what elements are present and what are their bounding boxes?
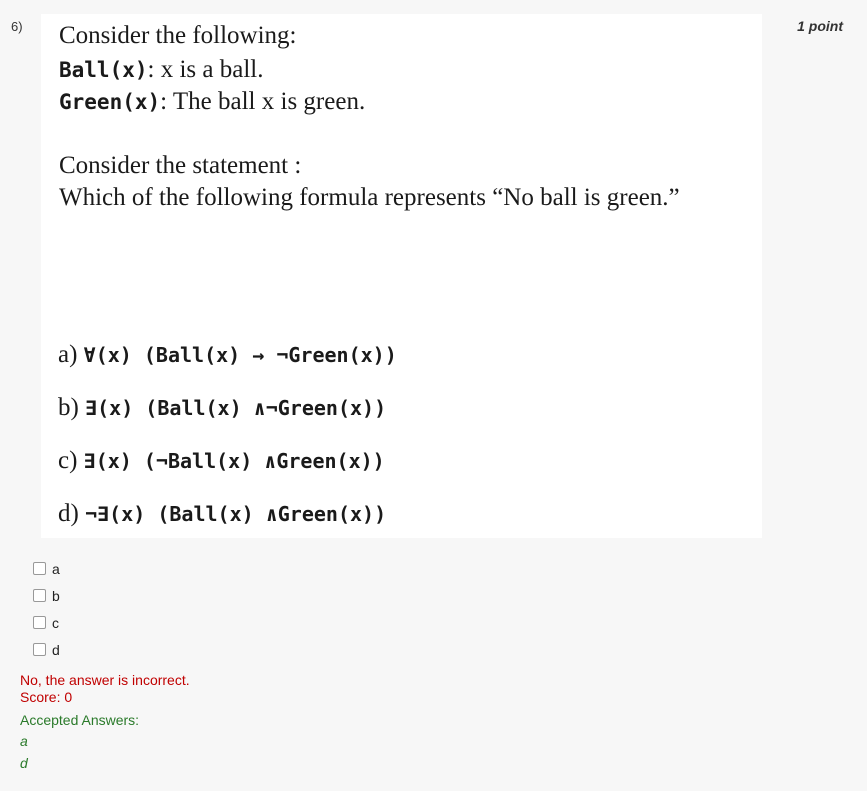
answer-choices: a b c d: [33, 555, 60, 663]
choice-d[interactable]: d: [33, 636, 60, 663]
question-number: 6): [11, 19, 23, 34]
image-option-label: b): [58, 394, 79, 421]
choice-b[interactable]: b: [33, 582, 60, 609]
choice-d-checkbox[interactable]: [33, 643, 46, 656]
accepted-answer: a: [20, 733, 28, 749]
choice-c[interactable]: c: [33, 609, 60, 636]
accepted-answer: d: [20, 755, 28, 771]
predicate-green: Green(x): [59, 90, 161, 114]
image-option-formula: ∃(x) (¬Ball(x) ∧Green(x)): [83, 449, 385, 473]
accepted-answers-label: Accepted Answers:: [20, 712, 140, 728]
image-option-formula: ∃(x) (Ball(x) ∧¬Green(x)): [85, 396, 387, 420]
choice-label: a: [52, 560, 60, 577]
predicate-ball-definition: : x is a ball.: [147, 56, 264, 83]
image-option-label: a): [58, 341, 78, 368]
question-line-5: Which of the following formula represent…: [59, 184, 680, 211]
choice-c-checkbox[interactable]: [33, 616, 46, 629]
image-option-b: b) ∃(x) (Ball(x) ∧¬Green(x)): [58, 394, 386, 422]
image-option-label: d): [58, 500, 79, 527]
image-option-formula: ¬∃(x) (Ball(x) ∧Green(x)): [85, 502, 387, 526]
image-option-d: d) ¬∃(x) (Ball(x) ∧Green(x)): [58, 500, 386, 528]
question-line-4: Consider the statement :: [59, 152, 302, 179]
question-line-1: Consider the following:: [59, 22, 297, 49]
choice-b-checkbox[interactable]: [33, 589, 46, 602]
result-message: No, the answer is incorrect.: [20, 672, 190, 688]
image-option-c: c) ∃(x) (¬Ball(x) ∧Green(x)): [58, 447, 385, 475]
image-option-label: c): [58, 447, 78, 474]
image-option-formula: ∀(x) (Ball(x) → ¬Green(x)): [83, 343, 397, 367]
choice-a-checkbox[interactable]: [33, 562, 46, 575]
predicate-green-definition: : The ball x is green.: [160, 88, 366, 115]
choice-label: c: [52, 614, 59, 631]
score-text: Score: 0: [20, 689, 73, 705]
predicate-ball: Ball(x): [59, 58, 148, 82]
question-line-3: Green(x): The ball x is green.: [59, 88, 365, 116]
feedback: No, the answer is incorrect. Score: 0 Ac…: [20, 672, 190, 772]
choice-label: b: [52, 587, 60, 604]
question-line-2: Ball(x): x is a ball.: [59, 56, 263, 84]
choice-label: d: [52, 641, 60, 658]
question-points: 1 point: [797, 18, 843, 34]
choice-a[interactable]: a: [33, 555, 60, 582]
question-image: Consider the following: Ball(x): x is a …: [41, 14, 762, 538]
image-option-a: a) ∀(x) (Ball(x) → ¬Green(x)): [58, 341, 397, 369]
